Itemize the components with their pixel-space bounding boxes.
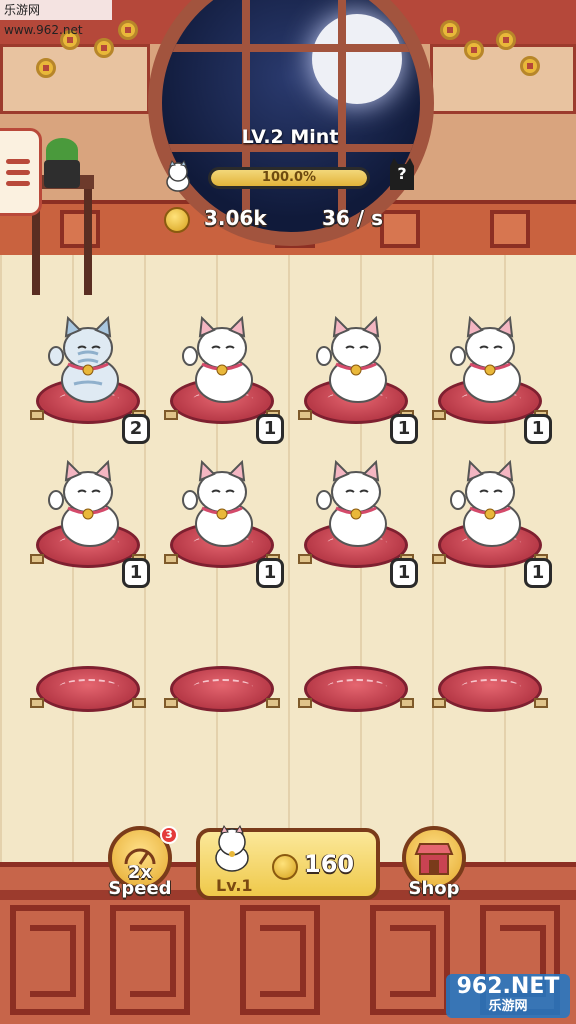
fret-pattern [240,905,320,1015]
cushion-tassel [30,554,44,564]
hanging-coin-decoration [496,30,516,50]
empty-slot[interactable] [294,588,418,738]
lucky-cat[interactable] [450,314,530,404]
cat-level-badge: 1 [256,414,284,444]
cat-level-badge: 1 [524,558,552,588]
cat-slot[interactable]: 2 [26,300,150,450]
cushion-tassel [432,698,446,708]
cat-level-badge: 1 [390,414,418,444]
fret-pattern [370,905,450,1015]
hamburger-icon [6,180,30,186]
tabby-cat[interactable] [48,314,128,404]
hanging-coin-decoration [36,58,56,78]
hanging-coin-decoration [118,20,138,40]
lucky-cat[interactable] [316,458,396,548]
cushion-tassel [400,698,414,708]
buy-cat-icon [215,824,249,872]
coin-rate: 36 / s [322,206,383,230]
cushion-tassel [164,410,178,420]
cat-slot[interactable]: 1 [160,300,284,450]
wainscot-box [380,210,420,248]
plant-pot [44,160,80,188]
lucky-cat[interactable] [450,458,530,548]
watermark-url: 乐游网 www.962.net [0,0,112,37]
moon [312,14,402,104]
buy-cat-button[interactable]: Lv.1 160 [196,824,380,900]
lucky-cat[interactable] [182,314,262,404]
watermark-logo: 962.NET 乐游网 [446,974,570,1018]
cushion [36,666,140,712]
cushion [170,666,274,712]
wall-panel-left [0,44,150,114]
coin-total: 3.06k [204,206,267,230]
buy-cat-level: Lv.1 [216,876,253,895]
window-bar [162,44,420,52]
cat-slot[interactable]: 1 [428,444,552,594]
gold-coin-icon [272,854,298,880]
wainscot-box [490,210,530,248]
cushion-tassel [298,554,312,564]
hanging-coin-decoration [520,56,540,76]
fret-pattern [10,905,90,1015]
menu-button[interactable] [0,128,42,216]
cat-level-badge: 1 [390,558,418,588]
cushion-tassel [266,698,280,708]
hamburger-icon [6,158,30,164]
hanging-coin-decoration [464,40,484,60]
side-table-leg [84,189,92,295]
cat-level-badge: 1 [122,558,150,588]
cat-level-badge: 2 [122,414,150,444]
cushion-tassel [132,698,146,708]
cushion-tassel [30,410,44,420]
cushion-tassel [298,410,312,420]
hamburger-icon [6,169,30,175]
cushion-tassel [432,410,446,420]
wall-panel-right [430,44,576,114]
level-progress-bar: 100.0% [208,167,370,189]
plant-icon [46,138,78,162]
cushion-tassel [432,554,446,564]
level-title: LV.2 Mint [241,126,339,148]
speed-label: Speed [108,878,172,899]
window-bar [242,0,250,232]
cushion [304,666,408,712]
cat-slot[interactable]: 1 [428,300,552,450]
cat-slot[interactable]: 1 [294,444,418,594]
cushion-tassel [164,554,178,564]
cat-level-badge: 1 [524,414,552,444]
lucky-cat[interactable] [48,458,128,548]
cushion-tassel [534,698,548,708]
empty-slot[interactable] [428,588,552,738]
cat-level-badge: 1 [256,558,284,588]
buy-cat-price: 160 [304,850,355,878]
cat-slot[interactable]: 1 [160,444,284,594]
cat-slot[interactable]: 1 [26,444,150,594]
shop-stall-icon [414,843,454,875]
lucky-cat[interactable] [182,458,262,548]
lucky-cat[interactable] [316,314,396,404]
progress-text: 100.0% [261,170,317,185]
next-cat-silhouette: ? [386,156,418,192]
watermark-brand-sub: 乐游网 [488,999,528,1014]
empty-slot[interactable] [160,588,284,738]
shop-label: Shop [408,878,460,899]
window-bar [338,0,346,232]
hanging-coin-decoration [94,38,114,58]
current-cat-icon [166,160,190,192]
cushion [438,666,542,712]
fret-pattern [110,905,190,1015]
unknown-mark: ? [397,164,407,183]
cushion-tassel [30,698,44,708]
gold-coin-icon [164,207,190,233]
cushion-tassel [298,698,312,708]
hanging-coin-decoration [440,20,460,40]
cat-slot[interactable]: 1 [294,300,418,450]
empty-slot[interactable] [26,588,150,738]
cushion-tassel [164,698,178,708]
watermark-brand: 962.NET [456,974,560,999]
speed-badge: 3 [160,826,178,844]
